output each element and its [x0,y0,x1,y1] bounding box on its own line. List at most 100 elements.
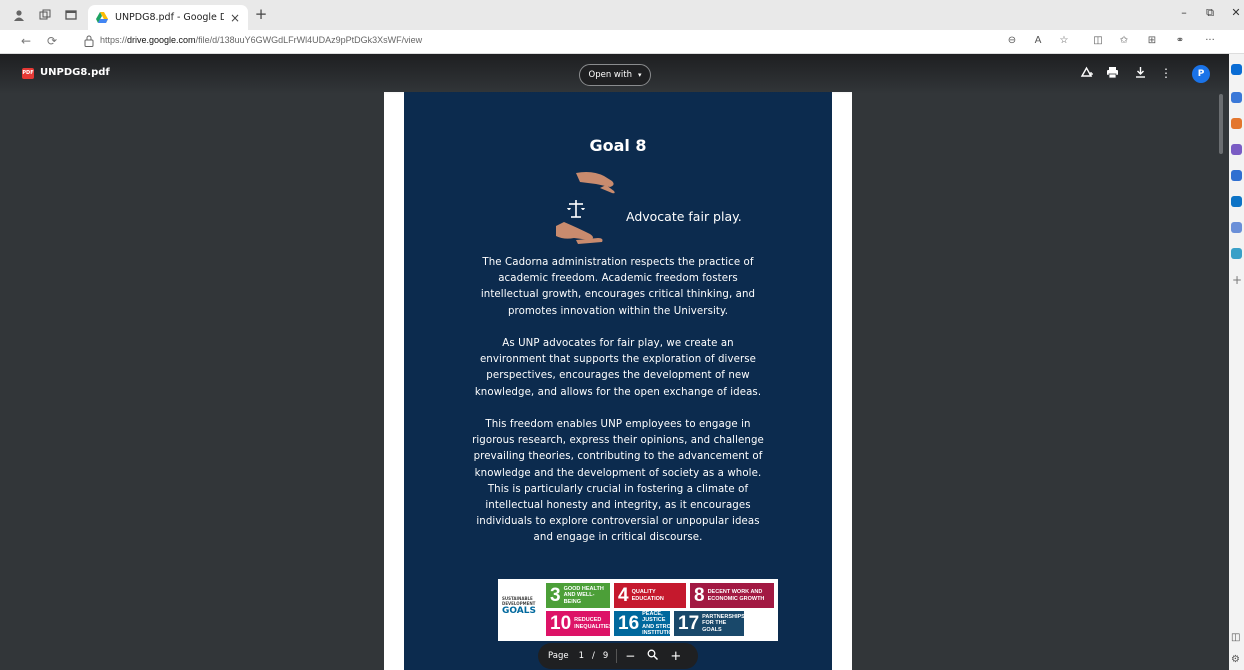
games-icon[interactable] [1231,170,1242,181]
collections-icon[interactable]: ⊞ [1144,35,1160,46]
sidebar-layout-icon[interactable]: ◫ [1231,632,1240,643]
drop-icon[interactable] [1231,248,1242,259]
paragraph-3-line: intellectual honesty and integrity, as i… [485,500,751,512]
paragraph-3: This freedom enables UNP employees to en… [456,417,780,547]
tab-close-button[interactable]: × [230,11,240,25]
paragraph-1-line: promotes innovation within the Universit… [507,305,729,317]
page-separator: / [592,651,595,661]
sdg-tile-number: 8 [694,584,705,606]
sdg-tile-4: 4 QUALITY EDUCATION [614,583,686,608]
paragraph-3-line: This is particularly crucial in fosterin… [487,483,749,495]
sdg-tile-number: 10 [550,612,572,634]
sdg-tile-number: 16 [618,612,640,634]
sdg-tile-text: REDUCED INEQUALITIES [574,617,613,630]
paragraph-3-line: rigorous research, express their opinion… [472,435,764,447]
sidebar-app-icon[interactable] [1231,92,1242,103]
edge-sidebar: + ◫ ⚙ [1229,54,1244,670]
restore-button[interactable]: ⧉ [1200,6,1220,20]
sdg-tile-8: 8 DECENT WORK AND ECONOMIC GROWTH [690,583,774,608]
paragraph-1-line: academic freedom. Academic freedom foste… [498,273,738,285]
tab-title: UNPDG8.pdf - Google Drive [115,12,224,23]
add-shortcut-icon[interactable] [1078,66,1094,82]
outlook-icon[interactable] [1231,196,1242,207]
goal-poster: Goal 8 Advocate fair play. The Cadorna a… [404,92,832,670]
tab-actions-icon[interactable] [58,0,84,30]
sdg-tile-number: 17 [678,612,700,634]
new-tab-button[interactable]: + [252,5,270,25]
read-aloud-icon[interactable]: A [1030,35,1046,46]
pdf-file-icon: PDF [22,68,34,79]
page-current-input[interactable]: 1 [579,651,584,661]
page-label: Page [548,651,569,661]
paragraph-1-line: intellectual growth, encourages critical… [480,289,756,301]
chevron-down-icon: ▾ [637,71,642,79]
paragraph-3-line: knowledge and the development of society… [474,467,762,479]
paragraph-3-line: and engage in critical discourse. [533,532,703,544]
pdf-viewer: Goal 8 Advocate fair play. The Cadorna a… [0,54,1229,670]
paragraph-3-line: This freedom enables UNP employees to en… [485,419,751,430]
goal-title: Goal 8 [589,136,647,155]
zoom-icon[interactable]: ⊖ [1004,35,1020,46]
download-icon[interactable] [1132,66,1148,82]
zoom-out-button[interactable]: − [625,649,635,663]
avatar[interactable]: P [1192,65,1210,83]
url-host: drive.google.com [127,35,196,45]
sdg-tile-3: 3 GOOD HEALTH AND WELL-BEING [546,583,610,608]
goal-tagline: Advocate fair play. [626,209,742,224]
workspaces-icon[interactable] [32,0,58,30]
browser-tab-strip: UNPDG8.pdf - Google Drive × + – ⧉ ✕ [0,0,1244,30]
back-arrow-icon[interactable]: ← [18,34,34,48]
zoom-in-button[interactable]: + [670,649,681,664]
sdg-tile-text: QUALITY EDUCATION [631,589,664,602]
copilot-icon[interactable] [1231,64,1242,75]
paragraph-2-line: knowledge, and allows for the open excha… [474,386,762,398]
sdg-tile-10: 10 REDUCED INEQUALITIES [546,611,613,636]
sidebar-settings-icon[interactable]: ⚙ [1231,654,1240,665]
paragraph-1: The Cadorna administration respects the … [456,255,780,320]
open-with-button[interactable]: Open with ▾ [579,64,651,86]
sdg-tile-number: 3 [550,584,561,606]
split-screen-icon[interactable]: ◫ [1090,35,1106,46]
sdg-logo: SUSTAINABLE DEVELOPMENT GOALS [502,596,544,626]
address-bar-url[interactable]: https://drive.google.com/file/d/138uuY6G… [100,35,422,45]
shopping-icon[interactable] [1231,118,1242,129]
open-with-label: Open with [588,70,632,80]
refresh-icon[interactable]: ⟳ [44,34,60,48]
add-sidebar-app-icon[interactable]: + [1232,273,1242,287]
address-bar-row: ← ⟳ https://drive.google.com/file/d/138u… [0,30,1244,54]
minimize-button[interactable]: – [1174,6,1194,19]
favorites-icon[interactable]: ✩ [1116,35,1132,46]
url-scheme: https:// [100,35,128,45]
sdg-tile-16: 16 PEACE, JUSTICE AND STRONG INSTITUTIONS [614,611,680,636]
favorite-star-icon[interactable]: ☆ [1056,35,1072,46]
pdf-page: Goal 8 Advocate fair play. The Cadorna a… [384,92,852,670]
people-icon[interactable] [1231,144,1242,155]
designer-icon[interactable] [1231,222,1242,233]
sdg-logo-line-3: GOALS [502,606,536,616]
profile-icon[interactable] [6,0,32,30]
sdg-tile-text: PARTNERSHIPS FOR THE GOALS [702,613,745,633]
file-name: UNPDG8.pdf [40,67,110,78]
paragraph-1-line: The Cadorna administration respects the … [482,257,754,268]
extensions-icon[interactable]: ⚭ [1172,35,1188,46]
lock-icon[interactable] [84,35,94,47]
more-actions-icon[interactable]: ⋮ [1158,66,1174,80]
paragraph-2-line: environment that supports the exploratio… [479,354,757,366]
sdg-tile-text: DECENT WORK AND ECONOMIC GROWTH [707,589,765,602]
page-total: 9 [602,651,609,661]
paragraph-3-line: prevailing theories, contributing to the… [473,451,763,463]
print-icon[interactable] [1104,66,1120,82]
viewer-scrollbar[interactable] [1219,94,1223,154]
page-navigation: Page 1 / 9 − + [538,643,698,669]
sdg-tile-17: 17 PARTNERSHIPS FOR THE GOALS [674,611,745,636]
url-path: /file/d/138uuY6GWGdLFrWl4UDAz9pPtDGk3XsW… [195,35,423,45]
viewer-toolbar: PDF UNPDG8.pdf Open with ▾ ⋮ P [0,54,1229,94]
more-menu-button[interactable]: ··· [1202,35,1218,46]
zoom-icon[interactable] [647,649,659,663]
paragraph-2-line: As UNP advocates for fair play, we creat… [502,338,734,349]
paragraph-2-line: perspectives, encourages the development… [486,370,750,382]
sdg-tile-number: 4 [618,584,629,606]
google-drive-icon [96,12,108,23]
close-window-button[interactable]: ✕ [1226,6,1244,19]
browser-tab-active[interactable]: UNPDG8.pdf - Google Drive × [88,5,248,30]
